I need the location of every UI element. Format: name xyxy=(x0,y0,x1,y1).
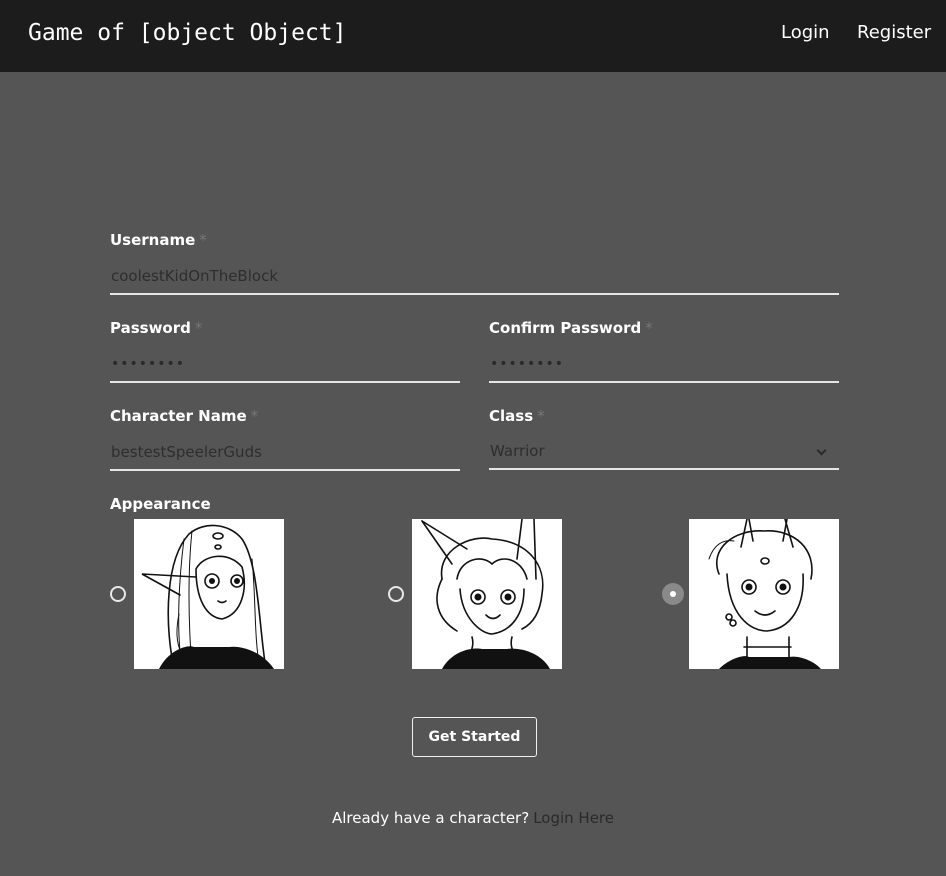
appearance-label: Appearance xyxy=(110,495,211,513)
username-label: Username * xyxy=(110,231,207,249)
required-mark: * xyxy=(194,319,203,337)
character-name-label-text: Character Name xyxy=(110,407,247,425)
confirm-password-label-text: Confirm Password xyxy=(489,319,642,337)
chevron-down-icon xyxy=(816,445,827,456)
character-name-input[interactable] xyxy=(110,435,460,471)
catgirl-portrait-drawing xyxy=(421,519,550,669)
login-here-link[interactable]: Login Here xyxy=(533,809,614,827)
elf-portrait-drawing xyxy=(141,524,274,669)
class-select[interactable]: Warrior xyxy=(489,434,839,470)
character-name-label: Character Name * xyxy=(110,407,258,425)
brand-title[interactable]: Game of [object Object] xyxy=(28,19,347,47)
confirm-password-input[interactable] xyxy=(489,347,839,383)
class-select-value: Warrior xyxy=(490,442,545,460)
required-mark: * xyxy=(250,407,259,425)
login-prompt: Already have a character? Login Here xyxy=(0,808,946,828)
required-mark: * xyxy=(645,319,653,337)
username-label-text: Username xyxy=(110,231,196,249)
class-label: Class * xyxy=(489,407,545,425)
required-mark: * xyxy=(199,231,207,249)
nav-register-link[interactable]: Register xyxy=(857,22,931,44)
horned-portrait-drawing xyxy=(708,519,821,669)
password-label-text: Password xyxy=(110,319,191,337)
required-mark: * xyxy=(537,407,545,425)
catgirl-portrait[interactable] xyxy=(412,519,562,669)
horned-portrait[interactable] xyxy=(689,519,839,669)
appearance-radio-elf[interactable] xyxy=(110,586,126,602)
top-navbar: Game of [object Object] Login Register xyxy=(0,0,946,72)
nav-login-link[interactable]: Login xyxy=(781,22,830,44)
elf-portrait[interactable] xyxy=(134,519,284,669)
get-started-button[interactable]: Get Started xyxy=(412,717,537,757)
confirm-password-label: Confirm Password * xyxy=(489,319,653,337)
password-label: Password * xyxy=(110,319,202,337)
username-input[interactable] xyxy=(110,259,839,295)
class-label-text: Class xyxy=(489,407,534,425)
appearance-radio-catgirl[interactable] xyxy=(388,586,404,602)
appearance-radio-horned[interactable] xyxy=(662,583,684,605)
password-input[interactable] xyxy=(110,347,460,383)
login-prompt-text: Already have a character? xyxy=(332,809,530,827)
